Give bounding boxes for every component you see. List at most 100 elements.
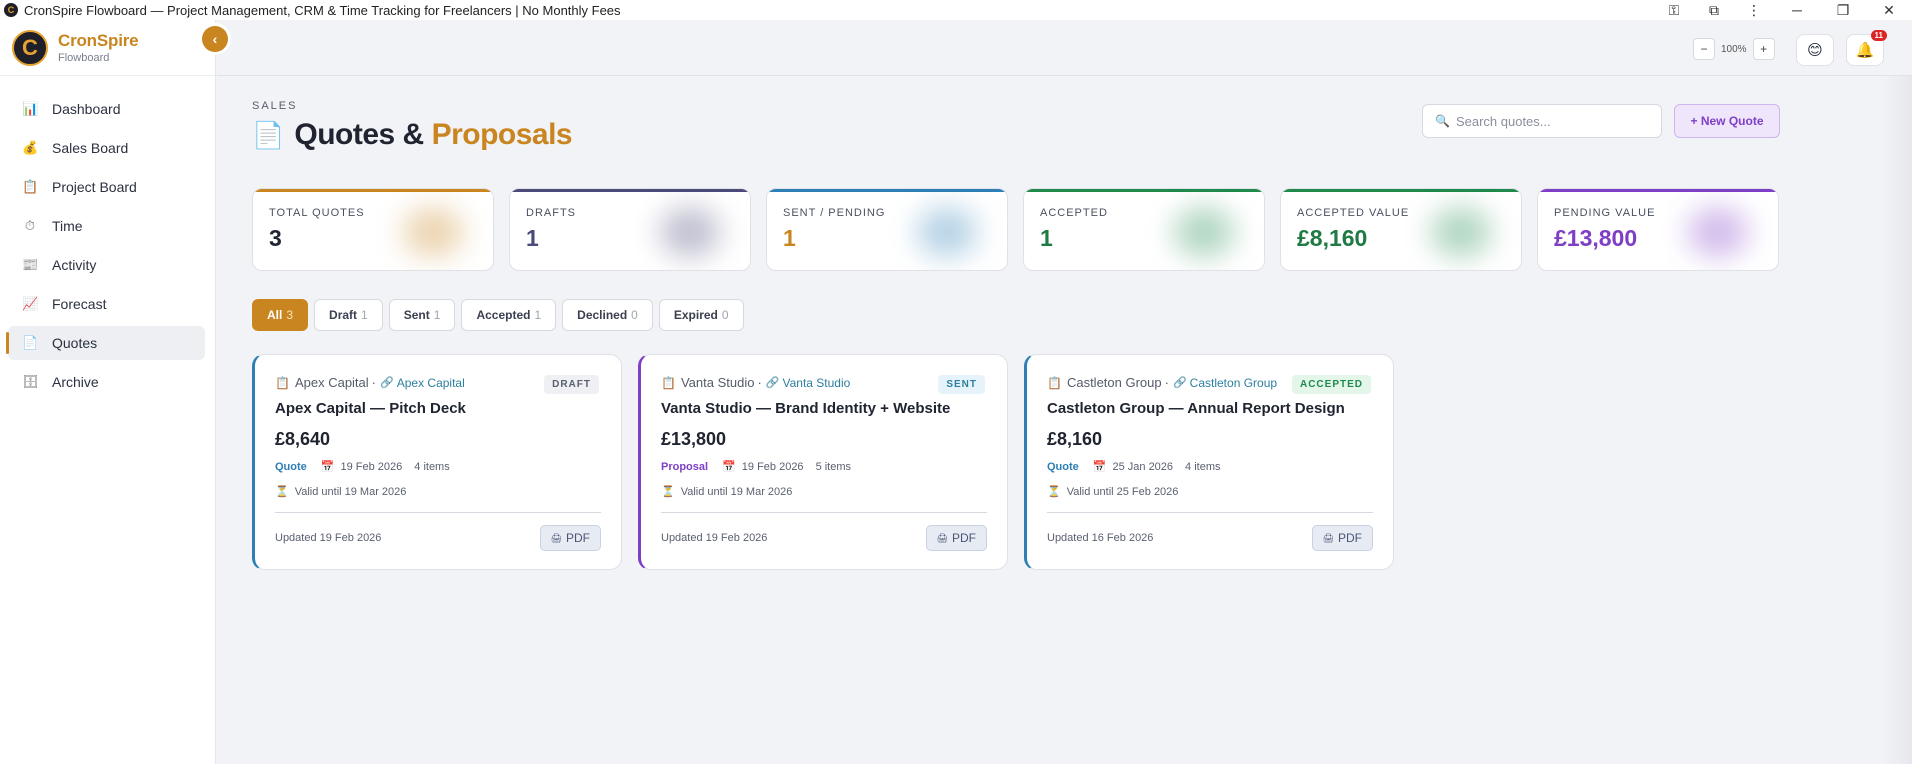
key-icon[interactable]: ⚿ [1654,2,1694,19]
filter-label: Sent [403,308,430,322]
filter-count: 1 [361,308,368,322]
zoom-level: 100% [1721,43,1747,55]
close-button[interactable]: ✕ [1866,2,1912,19]
pdf-button[interactable]: 🖨 PDF [539,525,601,551]
updated-text: Updated 19 Feb 2026 [661,532,768,544]
quote-meta: Proposal 📅 19 Feb 2026 5 items [661,460,987,474]
quote-type: Quote [275,460,307,473]
page-title-part1: Quotes & [294,118,432,151]
sidebar-item-forecast[interactable]: 📈 Forecast [8,287,205,321]
quote-title[interactable]: Vanta Studio — Brand Identity + Website [661,398,961,419]
quote-title[interactable]: Apex Capital — Pitch Deck [275,398,575,419]
stat-card: TOTAL QUOTES 3 [252,188,494,271]
extensions-icon[interactable]: ⧉ [1694,2,1734,19]
brand[interactable]: C CronSpire Flowboard [0,20,215,76]
stat-accent-bar [1024,189,1264,192]
sidebar-item-project-board[interactable]: 📋 Project Board [8,170,205,204]
filter-chip-draft[interactable]: Draft 1 [314,299,383,331]
sidebar-item-archive[interactable]: 🗄 Archive [8,365,205,399]
sidebar-item-label: Time [52,218,83,234]
sidebar-item-sales-board[interactable]: 💰 Sales Board [8,131,205,165]
filter-count: 0 [721,308,729,322]
updated-text: Updated 16 Feb 2026 [1047,532,1154,544]
quote-meta: Quote 📅 25 Jan 2026 4 items [1047,460,1373,474]
restore-button[interactable]: ❐ [1820,2,1866,19]
clipboard-icon: 📋 [661,375,676,390]
quote-cards: 📋 Apex Capital · 🔗 Apex Capital DRAFT Ap… [252,354,1394,570]
client-name: Vanta Studio [680,375,755,390]
card-divider [275,512,601,513]
quote-amount: £8,160 [1047,429,1103,449]
sidebar-item-label: Forecast [52,296,107,312]
clipboard-icon: 📋 [275,375,290,390]
quote-items-count: 4 items [414,460,450,473]
client-link[interactable]: Vanta Studio [782,376,850,390]
sidebar-item-dashboard[interactable]: 📊 Dashboard [8,92,205,126]
new-quote-button[interactable]: + New Quote [1674,104,1780,138]
search-input[interactable]: 🔍 Search quotes... [1422,104,1662,138]
quote-date: 19 Feb 2026 [340,460,403,473]
sidebar-item-activity[interactable]: 📰 Activity [8,248,205,282]
quote-meta: Quote 📅 19 Feb 2026 4 items [275,460,601,474]
client-link[interactable]: Apex Capital [397,376,465,390]
stat-card: SENT / PENDING 1 [766,188,1008,271]
clipboard-icon: 📋 [1047,375,1062,390]
quote-card[interactable]: 📋 Castleton Group · 🔗 Castleton Group AC… [1024,354,1394,570]
card-divider [1047,512,1373,513]
stat-decoration [917,207,977,257]
quote-title[interactable]: Castleton Group — Annual Report Design [1047,398,1347,419]
document-icon: 📄 [22,335,39,350]
sidebar-item-label: Activity [52,257,97,273]
quote-card[interactable]: 📋 Vanta Studio · 🔗 Vanta Studio SENT Van… [638,354,1008,570]
bar-chart-icon: 📊 [22,101,39,116]
filter-label: All [267,308,283,322]
stat-decoration [403,207,463,257]
filter-chip-expired[interactable]: Expired 0 [658,299,744,331]
quote-validity: ⏳ Valid until 19 Mar 2026 [661,485,987,499]
pdf-icon: 🖨 [550,532,562,543]
page-edge-shadow [1882,76,1912,764]
pdf-label: PDF [1338,531,1362,545]
stat-accent-bar [1538,189,1778,192]
stat-card: PENDING VALUE £13,800 [1537,188,1779,271]
quote-items-count: 4 items [1185,460,1221,473]
filter-count: 3 [286,308,294,322]
card-footer: Updated 19 Feb 2026 🖨 PDF [275,525,601,551]
brand-logo-icon: C [12,29,48,66]
filter-chip-declined[interactable]: Declined 0 [562,299,653,331]
sidebar-item-time[interactable]: ⏱ Time [8,209,205,243]
stopwatch-icon: ⏱ [24,218,36,233]
status-badge: ACCEPTED [1291,375,1371,394]
more-menu-icon[interactable]: ⋮ [1734,2,1774,19]
sidebar-item-quotes[interactable]: 📄 Quotes [6,326,205,360]
client-link[interactable]: Castleton Group [1190,376,1277,390]
page-title-part2: Proposals [431,118,573,151]
separator-dot: · [757,375,762,390]
quote-type: Proposal [661,460,709,473]
pdf-button[interactable]: 🖨 PDF [925,525,987,551]
calendar-icon: 📅 [320,461,335,473]
stat-decoration [1688,207,1748,257]
archive-icon: 🗄 [22,374,39,389]
filter-chip-all[interactable]: All 3 [252,299,309,331]
zoom-out-button[interactable]: − [1693,38,1715,60]
link-icon: 🔗 [765,377,780,389]
pdf-button[interactable]: 🖨 PDF [1311,525,1373,551]
quote-card[interactable]: 📋 Apex Capital · 🔗 Apex Capital DRAFT Ap… [252,354,622,570]
sidebar-item-label: Dashboard [52,101,121,117]
quote-date: 25 Jan 2026 [1112,460,1174,473]
stat-accent-bar [767,189,1007,192]
link-icon: 🔗 [1172,377,1187,389]
collapse-sidebar-button[interactable]: ‹ [202,26,228,52]
notifications-button[interactable]: 🔔 11 [1846,30,1887,66]
card-footer: Updated 16 Feb 2026 🖨 PDF [1047,525,1373,551]
zoom-in-button[interactable]: + [1752,38,1775,60]
minimize-button[interactable]: ─ [1774,2,1820,18]
theme-toggle-button[interactable]: 😊 [1796,34,1834,66]
quote-amount: £8,640 [275,429,331,449]
pdf-label: PDF [952,531,976,545]
filter-chip-sent[interactable]: Sent 1 [388,299,456,331]
brand-name: CronSpire [58,31,139,50]
calendar-icon: 📅 [722,461,736,473]
filter-chip-accepted[interactable]: Accepted 1 [461,299,557,331]
